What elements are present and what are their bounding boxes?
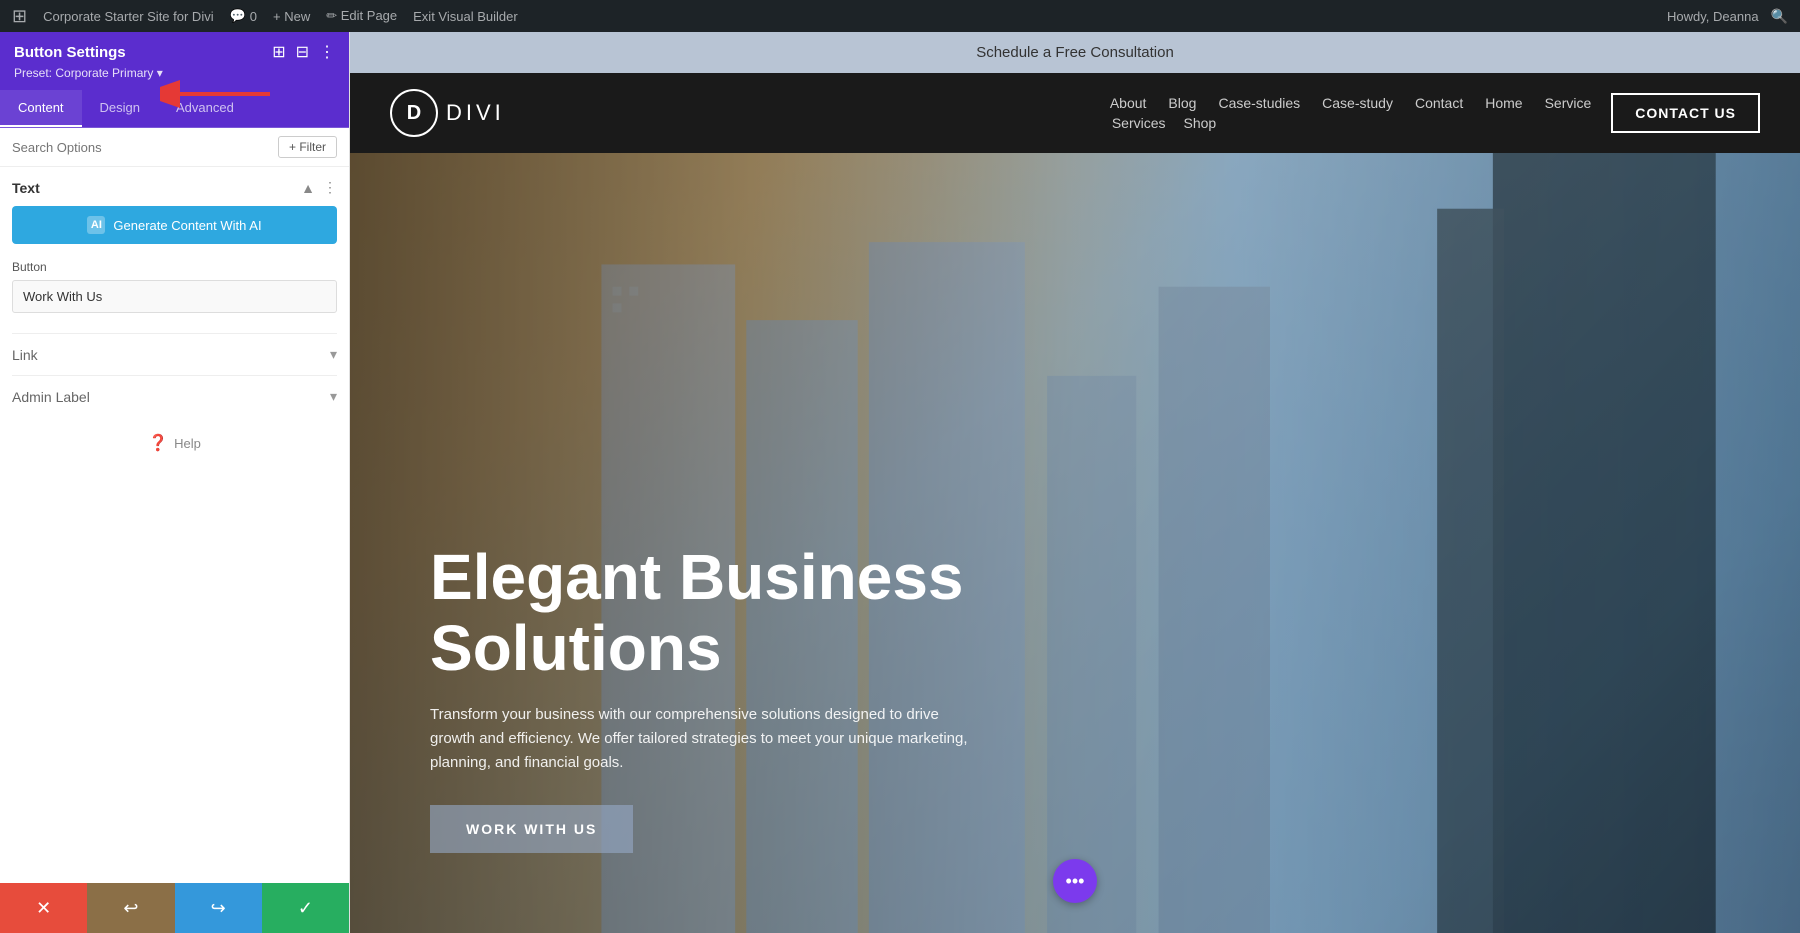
comment-icon: 💬 bbox=[230, 8, 246, 24]
cancel-button[interactable]: ✕ bbox=[0, 883, 87, 933]
link-section: Link ▾ bbox=[12, 333, 337, 375]
banner-text: Schedule a Free Consultation bbox=[976, 44, 1174, 61]
logo-text: DIVI bbox=[446, 100, 505, 126]
new-link[interactable]: + New bbox=[273, 9, 310, 24]
red-arrow-indicator bbox=[160, 74, 270, 119]
site-preview: Schedule a Free Consultation D DIVI Abou… bbox=[350, 32, 1800, 933]
logo-icon: D bbox=[390, 89, 438, 137]
undo-icon: ↩ bbox=[123, 898, 138, 919]
panel-content-area: Text ▲ ⋮ AI Generate Content With AI But… bbox=[0, 167, 349, 883]
text-section-header[interactable]: Text ▲ ⋮ bbox=[12, 179, 337, 196]
main-layout: Button Settings ⊞ ⊟ ⋮ Preset: Corporate … bbox=[0, 32, 1800, 933]
contact-us-button[interactable]: CONTACT US bbox=[1611, 93, 1760, 133]
admin-bar-left: ⊞ Corporate Starter Site for Divi 💬 0 + … bbox=[12, 6, 518, 27]
admin-label-title: Admin Label bbox=[12, 389, 90, 405]
cancel-icon: ✕ bbox=[36, 898, 51, 919]
button-text-input[interactable] bbox=[12, 280, 337, 313]
save-button[interactable]: ✓ bbox=[262, 883, 349, 933]
bottom-action-bar: ✕ ↩ ↪ ✓ bbox=[0, 883, 349, 933]
link-chevron-icon[interactable]: ▾ bbox=[330, 346, 337, 363]
chevron-up-icon[interactable]: ▲ bbox=[301, 180, 315, 196]
filter-button[interactable]: + Filter bbox=[278, 136, 337, 158]
nav-link-service[interactable]: Service bbox=[1545, 95, 1592, 111]
help-section[interactable]: ❓ Help bbox=[12, 417, 337, 469]
nav-row-secondary: Services Shop bbox=[1110, 115, 1591, 131]
comments-link[interactable]: 💬 0 bbox=[230, 8, 257, 24]
nav-link-shop[interactable]: Shop bbox=[1184, 115, 1217, 131]
nav-link-contact[interactable]: Contact bbox=[1415, 95, 1463, 111]
nav-link-case-study[interactable]: Case-study bbox=[1322, 95, 1393, 111]
panel-header-top: Button Settings ⊞ ⊟ ⋮ bbox=[14, 42, 335, 62]
floating-menu-button[interactable]: ••• bbox=[1053, 859, 1097, 903]
nav-link-services[interactable]: Services bbox=[1112, 115, 1166, 131]
tab-content[interactable]: Content bbox=[0, 90, 82, 127]
search-icon[interactable]: 🔍 bbox=[1771, 8, 1788, 25]
help-label: Help bbox=[174, 436, 201, 451]
ai-icon: AI bbox=[87, 216, 105, 234]
nav-link-home[interactable]: Home bbox=[1485, 95, 1522, 111]
top-banner: Schedule a Free Consultation bbox=[350, 32, 1800, 73]
nav-link-blog[interactable]: Blog bbox=[1168, 95, 1196, 111]
ai-button-label: Generate Content With AI bbox=[113, 218, 261, 233]
nav-link-case-studies[interactable]: Case-studies bbox=[1218, 95, 1300, 111]
site-nav: D DIVI About Blog Case-studies Case-stud… bbox=[350, 73, 1800, 153]
hero-title: Elegant Business Solutions bbox=[430, 542, 970, 683]
admin-label-section: Admin Label ▾ bbox=[12, 375, 337, 417]
redo-icon: ↪ bbox=[211, 898, 226, 919]
tab-design[interactable]: Design bbox=[82, 90, 158, 127]
link-section-title: Link bbox=[12, 347, 38, 363]
hero-section: Elegant Business Solutions Transform you… bbox=[350, 153, 1800, 933]
wp-logo-icon[interactable]: ⊞ bbox=[12, 6, 27, 27]
panel-search-bar: + Filter bbox=[0, 128, 349, 167]
admin-label-header[interactable]: Admin Label ▾ bbox=[12, 388, 337, 405]
section-header-icons: ▲ ⋮ bbox=[301, 179, 337, 196]
hero-description: Transform your business with our compreh… bbox=[430, 703, 970, 775]
more-icon[interactable]: ⋮ bbox=[319, 42, 335, 62]
search-options-input[interactable] bbox=[12, 140, 270, 155]
redo-button[interactable]: ↪ bbox=[175, 883, 262, 933]
nav-right: About Blog Case-studies Case-study Conta… bbox=[1110, 93, 1760, 133]
edit-page-link[interactable]: ✏ Edit Page bbox=[326, 8, 397, 24]
exit-visual-builder-link[interactable]: Exit Visual Builder bbox=[413, 9, 518, 24]
layout-icon[interactable]: ⊟ bbox=[296, 42, 309, 62]
generate-ai-button[interactable]: AI Generate Content With AI bbox=[12, 206, 337, 244]
wp-admin-bar: ⊞ Corporate Starter Site for Divi 💬 0 + … bbox=[0, 0, 1800, 32]
panel-header: Button Settings ⊞ ⊟ ⋮ Preset: Corporate … bbox=[0, 32, 349, 90]
logo-letter: D bbox=[407, 102, 421, 125]
panel-title: Button Settings bbox=[14, 44, 126, 61]
text-section-title: Text bbox=[12, 180, 40, 196]
admin-bar-right: Howdy, Deanna 🔍 bbox=[1667, 8, 1788, 25]
save-checkmark-icon: ✓ bbox=[298, 898, 313, 919]
nav-link-about[interactable]: About bbox=[1110, 95, 1147, 111]
hero-content: Elegant Business Solutions Transform you… bbox=[350, 542, 1050, 933]
panel-header-icons: ⊞ ⊟ ⋮ bbox=[272, 42, 335, 62]
left-panel: Button Settings ⊞ ⊟ ⋮ Preset: Corporate … bbox=[0, 32, 350, 933]
button-field-label: Button bbox=[12, 260, 337, 274]
link-section-header[interactable]: Link ▾ bbox=[12, 346, 337, 363]
howdy-text: Howdy, Deanna bbox=[1667, 9, 1759, 24]
dots-icon: ••• bbox=[1066, 871, 1085, 892]
nav-rows: About Blog Case-studies Case-study Conta… bbox=[1110, 95, 1591, 131]
undo-button[interactable]: ↩ bbox=[87, 883, 174, 933]
nav-row-primary: About Blog Case-studies Case-study Conta… bbox=[1110, 95, 1591, 111]
responsive-icon[interactable]: ⊞ bbox=[272, 42, 285, 62]
section-options-icon[interactable]: ⋮ bbox=[323, 179, 337, 196]
site-name[interactable]: Corporate Starter Site for Divi bbox=[43, 9, 214, 24]
work-with-us-button[interactable]: WORK WITH US bbox=[430, 805, 633, 853]
site-logo: D DIVI bbox=[390, 89, 505, 137]
admin-label-chevron-icon[interactable]: ▾ bbox=[330, 388, 337, 405]
help-circle-icon: ❓ bbox=[148, 433, 168, 453]
